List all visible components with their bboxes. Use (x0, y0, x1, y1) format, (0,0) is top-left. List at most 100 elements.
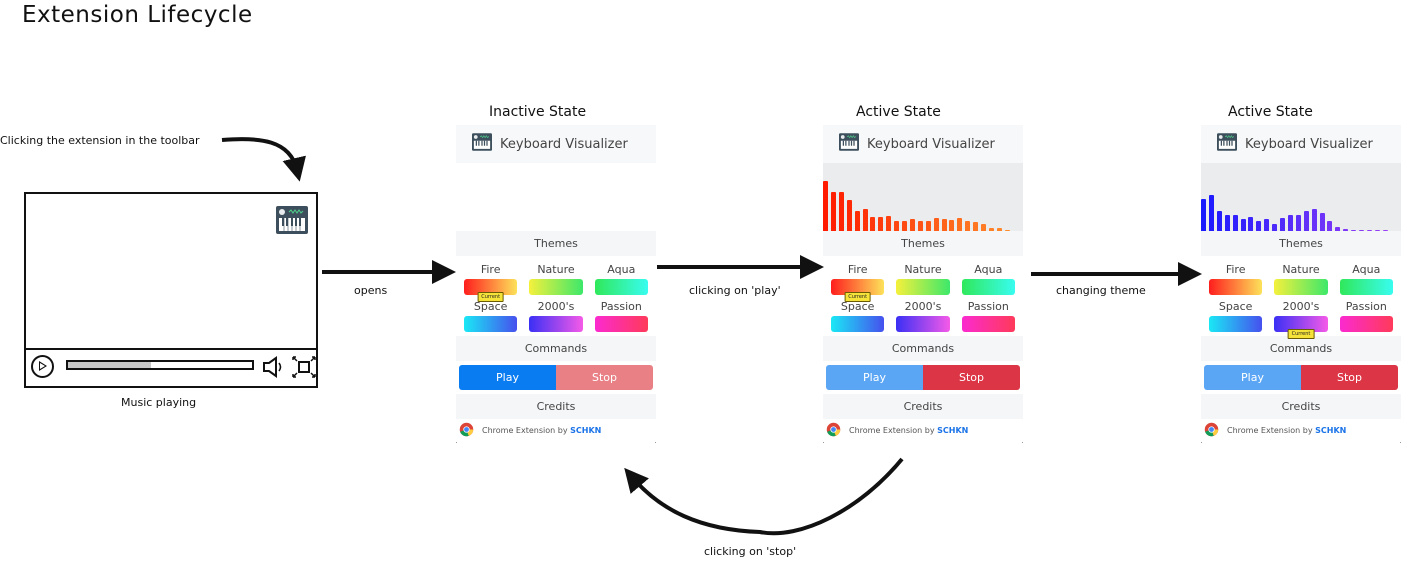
visualizer-bar (965, 220, 971, 231)
themes-grid: Fire Current Nature Aqua Space 2000's Passion (823, 256, 1023, 336)
theme-name: Fire (1225, 263, 1246, 276)
visualizer-bar (1303, 211, 1309, 231)
theme-option[interactable]: Fire Current (464, 262, 518, 302)
theme-option[interactable]: 2000's Current (1274, 299, 1328, 339)
theme-swatch[interactable] (961, 316, 1015, 332)
theme-swatch[interactable] (529, 279, 583, 295)
visualizer-bar (878, 217, 884, 231)
opens-label: opens (354, 284, 388, 297)
visualizer-bar (854, 211, 860, 231)
play-icon[interactable] (31, 355, 54, 378)
author-link[interactable]: SCHKN (937, 426, 968, 435)
commands-heading: Commands (1201, 336, 1401, 361)
visualizer-bar (870, 217, 876, 231)
theme-option[interactable]: Nature (529, 262, 583, 295)
theme-swatch[interactable] (464, 316, 518, 332)
play-button[interactable]: Play (1204, 365, 1301, 390)
theme-option[interactable]: Aqua (961, 262, 1015, 295)
theme-option[interactable]: Nature (1274, 262, 1328, 295)
theme-option[interactable]: Nature (896, 262, 950, 295)
theme-swatch[interactable] (529, 316, 583, 332)
extension-popup-2: Keyboard Visualizer Themes Fire Current Na… (823, 125, 1023, 443)
visualizer-bar (902, 220, 907, 231)
chrome-icon (1204, 422, 1219, 439)
visualizer-bar (1264, 218, 1270, 231)
themes-heading: Themes (1201, 231, 1401, 256)
theme-swatch[interactable] (1339, 279, 1393, 295)
play-button[interactable]: Play (459, 365, 556, 390)
theme-option[interactable]: Aqua (594, 262, 648, 295)
commands-row: Play Stop (823, 361, 1023, 394)
credits-heading: Credits (456, 394, 656, 419)
credits-row: Chrome Extension by SCHKN (1201, 419, 1401, 443)
theme-swatch[interactable] (896, 316, 950, 332)
visualizer-bar (925, 220, 931, 231)
play-button[interactable]: Play (826, 365, 923, 390)
progress-bar[interactable] (66, 360, 254, 370)
theme-option[interactable]: Fire (1209, 262, 1263, 295)
theme-name: 2000's (1282, 300, 1320, 313)
visualizer-bar (1201, 199, 1206, 231)
credits-heading: Credits (1201, 394, 1401, 419)
popup-title: Keyboard Visualizer (1245, 136, 1373, 152)
stop-button[interactable]: Stop (556, 365, 653, 390)
theme-option[interactable]: Space (464, 299, 518, 332)
extension-icon[interactable] (276, 206, 308, 238)
page-title: Extension Lifecycle (22, 2, 253, 28)
credits-row: Chrome Extension by SCHKN (823, 419, 1023, 443)
stop-button[interactable]: Stop (923, 365, 1020, 390)
visualizer-bar (846, 199, 852, 231)
theme-option[interactable]: 2000's (529, 299, 583, 332)
theme-swatch[interactable] (831, 316, 885, 332)
visualizer-bar (1343, 228, 1349, 231)
themes-heading: Themes (456, 231, 656, 256)
theme-swatch[interactable] (594, 279, 648, 295)
visualizer-bar (1287, 215, 1293, 231)
commands-row: Play Stop (1201, 361, 1401, 394)
chrome-icon (826, 422, 841, 439)
theme-swatch[interactable] (594, 316, 648, 332)
theme-swatch[interactable] (1209, 316, 1263, 332)
clicking-play-label: clicking on 'play' (689, 284, 781, 297)
visualizer-bar (957, 218, 963, 231)
visualizer-bar (949, 220, 955, 231)
theme-name: Space (1218, 300, 1253, 313)
visualizer-bar (1248, 216, 1254, 231)
toolbar-click-note: Clicking the extension in the toolbar (0, 134, 200, 147)
theme-option[interactable]: Aqua (1339, 262, 1393, 295)
fullscreen-icon[interactable] (292, 356, 316, 382)
visualizer-bar (1208, 194, 1214, 231)
volume-icon[interactable] (262, 356, 288, 382)
theme-name: Nature (1282, 263, 1320, 276)
theme-swatch[interactable] (1339, 316, 1393, 332)
theme-name: 2000's (537, 300, 575, 313)
theme-option[interactable]: Fire Current (831, 262, 885, 302)
theme-option[interactable]: Space (1209, 299, 1263, 332)
stop-button[interactable]: Stop (1301, 365, 1398, 390)
keyboard-icon (839, 133, 859, 155)
visualizer-bar (1216, 210, 1222, 231)
visualizer-bar (1351, 229, 1357, 231)
theme-swatch[interactable] (961, 279, 1015, 295)
visualizer-bar (1359, 230, 1364, 231)
theme-option[interactable]: Space (831, 299, 885, 332)
visualizer-bar (823, 181, 828, 231)
theme-option[interactable]: Passion (1339, 299, 1393, 332)
visualizer-area (823, 163, 1023, 231)
visualizer-bar (886, 216, 892, 231)
theme-option[interactable]: 2000's (896, 299, 950, 332)
author-link[interactable]: SCHKN (1315, 426, 1346, 435)
popup-header: Keyboard Visualizer (1201, 125, 1401, 163)
theme-option[interactable]: Passion (594, 299, 648, 332)
visualizer-bar (1004, 229, 1010, 231)
theme-option[interactable]: Passion (961, 299, 1015, 332)
themes-heading: Themes (823, 231, 1023, 256)
theme-swatch[interactable] (1209, 279, 1263, 295)
theme-swatch[interactable] (896, 279, 950, 295)
visualizer-bar (917, 221, 923, 231)
theme-name: Fire (480, 263, 501, 276)
commands-heading: Commands (823, 336, 1023, 361)
author-link[interactable]: SCHKN (570, 426, 601, 435)
theme-swatch[interactable] (1274, 279, 1328, 295)
theme-name: Nature (904, 263, 942, 276)
